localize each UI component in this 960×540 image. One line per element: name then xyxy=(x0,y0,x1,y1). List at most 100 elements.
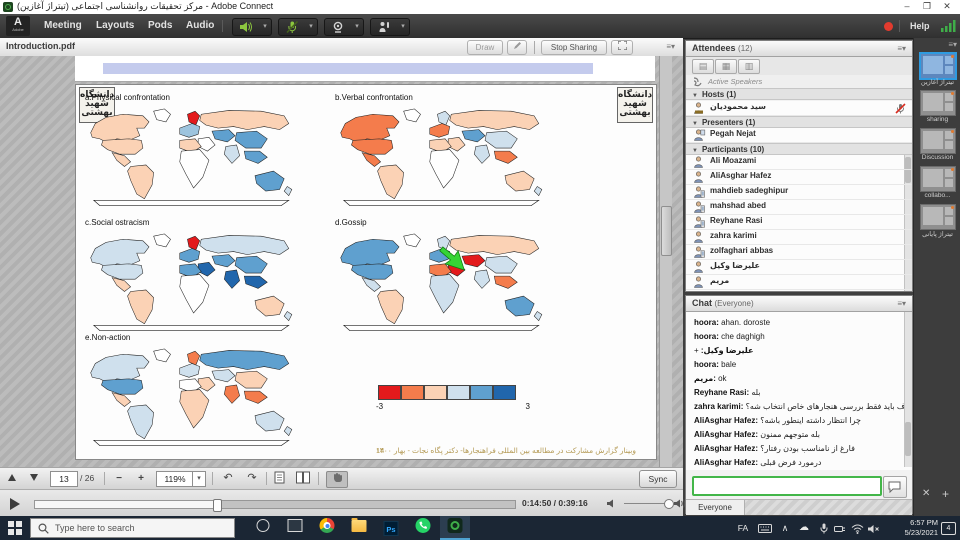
start-button[interactable] xyxy=(0,516,30,540)
zoom-in-button[interactable]: + xyxy=(134,471,148,486)
taskbar-search[interactable]: Type here to search xyxy=(30,518,235,538)
page-down-button[interactable] xyxy=(30,471,38,486)
touch-keyboard-icon[interactable] xyxy=(758,524,772,533)
zoom-level-select[interactable]: 119% xyxy=(156,471,194,487)
stop-sharing-button[interactable]: Stop Sharing xyxy=(541,40,607,55)
rotate-right-button[interactable]: ↷ xyxy=(244,471,260,486)
speaker-button[interactable] xyxy=(232,18,260,36)
speaker-muted-icon[interactable] xyxy=(868,524,880,534)
attendees-pod-menu-icon[interactable]: ≡▾ xyxy=(897,44,906,53)
grid-view-button[interactable]: ▦ xyxy=(715,59,737,74)
webcam-button[interactable] xyxy=(324,18,352,36)
page-up-button[interactable] xyxy=(8,471,16,486)
chat-send-button[interactable] xyxy=(883,476,907,498)
chat-message: AliAsghar Hafez: فارغ از نامناسب بودن رف… xyxy=(686,441,912,455)
tray-chevron-icon[interactable]: ∧ xyxy=(778,516,792,540)
raise-hand-dropdown[interactable]: ▾ xyxy=(397,18,410,36)
zoom-dropdown-icon[interactable]: ▾ xyxy=(192,471,206,487)
tray-language[interactable]: FA xyxy=(734,516,752,540)
page-number-input[interactable]: 13 xyxy=(50,471,78,487)
world-map-b: b.Verbal confrontation xyxy=(333,93,548,210)
layouts-add-icon[interactable]: + xyxy=(942,487,949,501)
attendee-row[interactable] xyxy=(686,290,912,291)
volume-slider[interactable] xyxy=(624,503,668,504)
hosts-group-header[interactable]: ▼Hosts (1) xyxy=(686,88,912,100)
pencil-tool-button[interactable] xyxy=(507,40,527,55)
chat-scrollbar-thumb[interactable] xyxy=(905,422,911,456)
webcam-dropdown[interactable]: ▾ xyxy=(351,18,364,36)
zoom-out-button[interactable]: − xyxy=(112,471,126,486)
wifi-icon[interactable] xyxy=(851,524,864,534)
maximize-button[interactable]: ❐ xyxy=(918,0,936,13)
layout-thumb-5[interactable] xyxy=(920,204,956,230)
adobe-logo: A Adobe xyxy=(6,16,30,36)
menu-help[interactable]: Help xyxy=(906,14,934,38)
rotate-left-button[interactable]: ↶ xyxy=(220,471,236,486)
onedrive-cloud-icon[interactable]: ☁ xyxy=(796,516,812,540)
minimize-button[interactable]: – xyxy=(898,0,916,13)
close-button[interactable]: ✕ xyxy=(938,0,956,13)
chat-tab-everyone[interactable]: Everyone xyxy=(686,500,745,515)
attendee-row[interactable]: Pegah Nejat xyxy=(686,128,912,143)
layout-thumb-3[interactable] xyxy=(920,128,956,154)
taskbar-app-adobe-connect[interactable] xyxy=(440,516,470,540)
presenters-group-header[interactable]: ▼Presenters (1) xyxy=(686,116,912,128)
attendee-row[interactable]: zahra karimi xyxy=(686,230,912,245)
speaker-dropdown[interactable]: ▾ xyxy=(259,18,272,36)
participants-list: Ali MoazamiAliAsghar Hafezmahdieb sadegh… xyxy=(686,155,912,291)
seek-slider-thumb[interactable] xyxy=(213,499,222,512)
taskbar-app-cortana[interactable] xyxy=(248,516,278,540)
menu-layouts[interactable]: Layouts xyxy=(92,14,138,38)
attendee-row[interactable]: علیرضا وکیل xyxy=(686,260,912,275)
attendee-row[interactable]: Ali Moazami xyxy=(686,155,912,170)
chat-text: چرا انتظار داشته اینطور باشه؟ xyxy=(760,416,861,425)
attendee-row[interactable]: mahshad abed xyxy=(686,200,912,215)
attendee-row[interactable]: Reyhane Rasi xyxy=(686,215,912,230)
share-scrollbar[interactable] xyxy=(659,56,672,467)
tray-microphone-icon[interactable] xyxy=(820,523,828,534)
two-page-view-button[interactable] xyxy=(296,471,310,486)
fullscreen-button[interactable] xyxy=(611,40,633,55)
chat-pod-menu-icon[interactable]: ≡▾ xyxy=(897,299,906,308)
layouts-menu-icon[interactable]: ≡▾ xyxy=(948,40,957,49)
share-scrollbar-thumb[interactable] xyxy=(661,206,672,256)
layout-thumb-2[interactable] xyxy=(920,90,956,116)
menu-audio[interactable]: Audio xyxy=(182,14,218,38)
attendee-row[interactable]: AliAsghar Hafez xyxy=(686,170,912,185)
layout-thumb-4[interactable] xyxy=(920,166,956,192)
active-speakers-label: Active Speakers xyxy=(708,77,762,86)
attendee-row[interactable]: zolfaghari abbas xyxy=(686,245,912,260)
volume-low-icon[interactable] xyxy=(606,498,617,509)
volume-slider-thumb[interactable] xyxy=(664,499,674,509)
microphone-dropdown[interactable]: ▾ xyxy=(305,18,318,36)
taskbar-clock[interactable]: 6:57 PM 5/23/2021 xyxy=(886,518,938,538)
play-button[interactable] xyxy=(10,498,20,510)
attendee-row[interactable]: سید محمودیان xyxy=(686,101,912,116)
single-page-view-button[interactable] xyxy=(274,471,285,486)
share-pod-menu-icon[interactable]: ≡▾ xyxy=(666,42,675,51)
taskbar-app-chrome[interactable] xyxy=(312,516,342,540)
microphone-muted-button[interactable] xyxy=(278,18,306,36)
taskbar-app-file-explorer[interactable] xyxy=(344,516,374,540)
breakout-view-button[interactable]: ▥ xyxy=(738,59,760,74)
notification-center-icon[interactable]: 4 xyxy=(941,522,956,535)
layout-thumb-1[interactable] xyxy=(919,52,957,80)
sync-button[interactable]: Sync xyxy=(639,470,677,488)
chat-scrollbar[interactable] xyxy=(904,312,912,467)
taskbar-app-whatsapp[interactable] xyxy=(408,516,438,540)
attendee-row[interactable]: مریم xyxy=(686,275,912,290)
participants-group-header[interactable]: ▼Participants (10) xyxy=(686,143,912,155)
taskbar-app-photoshop[interactable]: Ps xyxy=(376,516,406,540)
menu-pods[interactable]: Pods xyxy=(144,14,176,38)
list-view-button[interactable]: ▤ xyxy=(692,59,714,74)
menu-meeting[interactable]: Meeting xyxy=(40,14,86,38)
taskbar-app-task-view[interactable] xyxy=(280,516,310,540)
attendee-row[interactable]: mahdieb sadeghipur xyxy=(686,185,912,200)
draw-button[interactable]: Draw xyxy=(467,40,503,55)
seek-slider[interactable] xyxy=(34,500,516,509)
power-plug-icon[interactable] xyxy=(834,525,846,533)
hand-tool-button[interactable] xyxy=(326,471,348,488)
raise-hand-button[interactable] xyxy=(370,18,398,36)
layouts-close-icon[interactable]: ✕ xyxy=(922,488,930,499)
chat-input[interactable] xyxy=(692,476,882,496)
